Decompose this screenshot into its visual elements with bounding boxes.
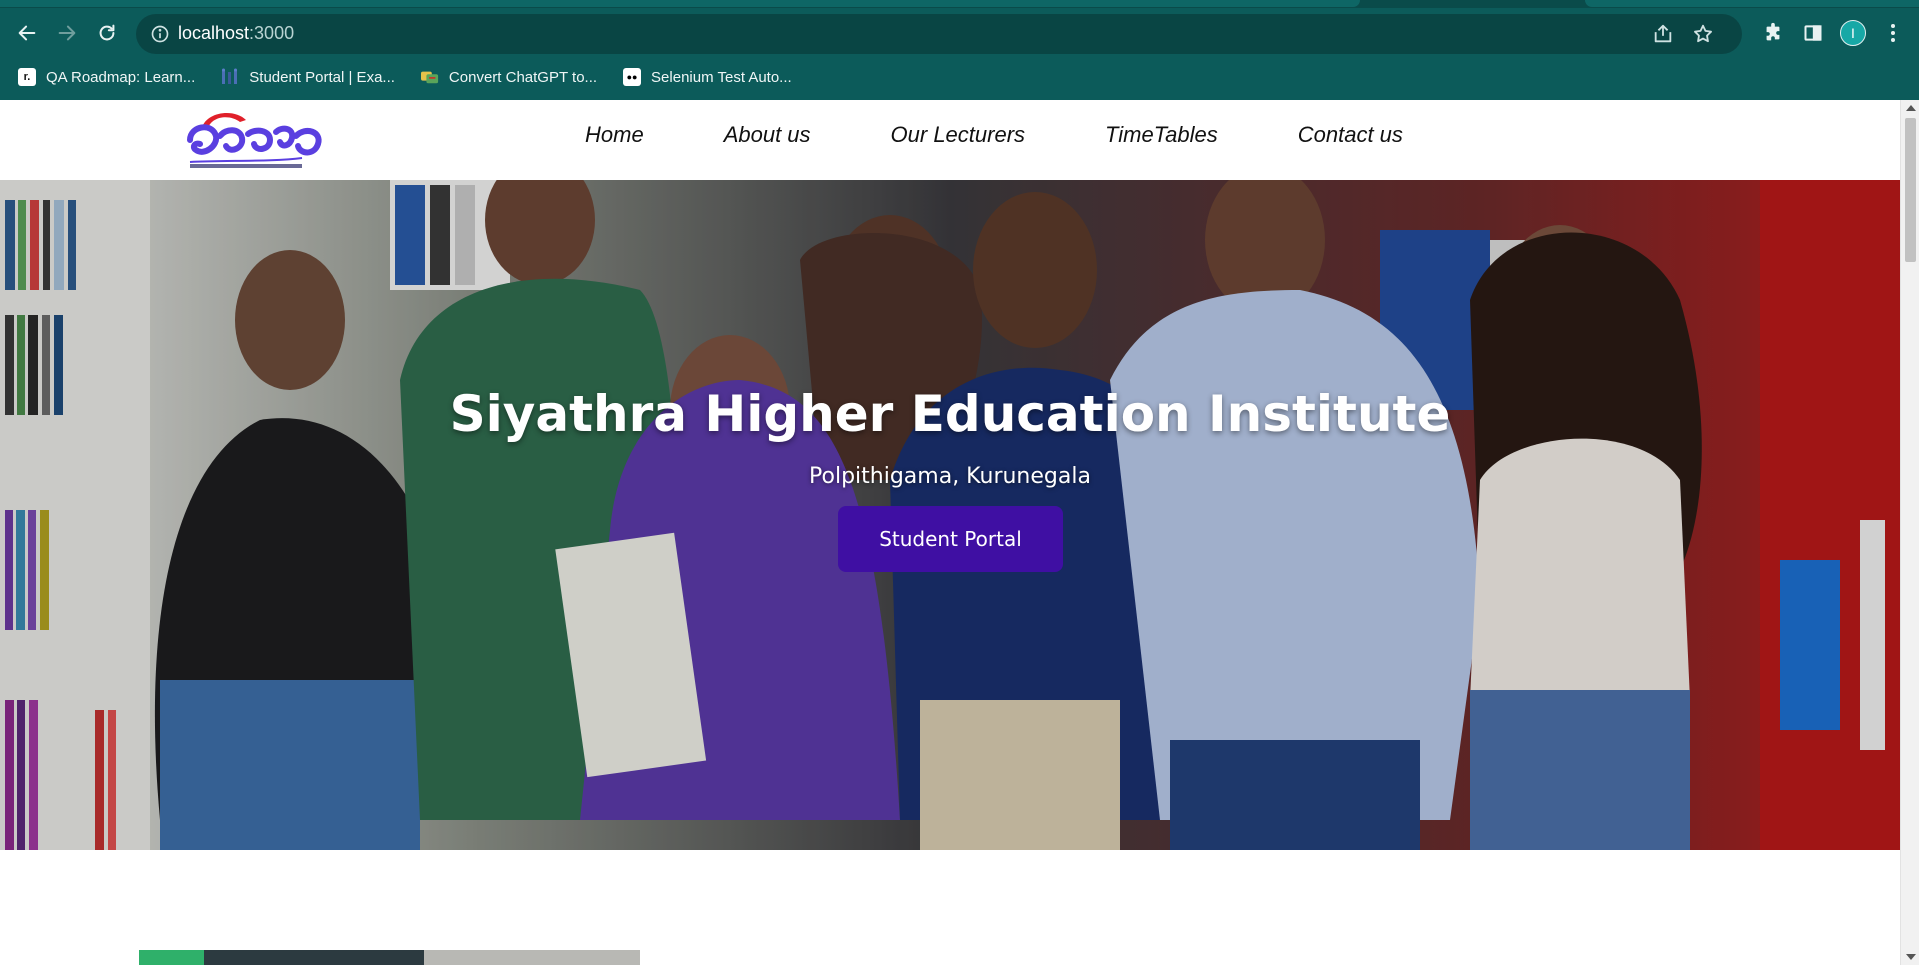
site-header: Home About us Our Lecturers TimeTables C… [0,100,1900,180]
page-scrollbar[interactable] [1900,100,1919,965]
menu-button[interactable] [1880,20,1906,46]
bookmark-label: Selenium Test Auto... [651,68,792,86]
extensions-button[interactable] [1760,20,1786,46]
info-icon[interactable] [150,24,170,44]
people-favicon-icon [221,68,239,86]
address-bar[interactable]: localhost:3000 [136,14,1742,54]
main-nav: Home About us Our Lecturers TimeTables C… [585,122,1483,148]
url-host: localhost [178,23,250,43]
active-tab[interactable] [0,0,1360,7]
nav-contact-us[interactable]: Contact us [1298,122,1403,148]
medium-favicon-icon: ●● [623,68,642,86]
reload-button[interactable] [92,18,122,48]
tab-strip [0,0,1919,8]
bookmark-label: QA Roadmap: Learn... [46,68,196,86]
siyathra-logo[interactable] [182,106,327,172]
scroll-down-icon[interactable] [1906,954,1916,960]
nav-our-lecturers[interactable]: Our Lecturers [891,122,1026,148]
side-panel-button[interactable] [1800,20,1826,46]
hero-subtitle: Polpithigama, Kurunegala [809,464,1091,489]
nav-about-us[interactable]: About us [724,122,811,148]
roadmap-favicon-icon: r. [18,68,36,86]
nav-timetables[interactable]: TimeTables [1105,122,1218,148]
converter-favicon-icon [420,68,439,86]
student-portal-button[interactable]: Student Portal [838,506,1063,572]
bookmark-label: Convert ChatGPT to... [448,68,598,86]
hero-title: Siyathra Higher Education Institute [449,385,1451,443]
bookmark-label: Student Portal | Exa... [249,68,395,86]
share-icon[interactable] [1652,23,1674,45]
content-section [0,850,1900,965]
arrow-right-icon [58,25,76,41]
browser-chrome: localhost:3000 I r. QA Roadmap: Learn...… [0,0,1919,100]
url-port: :3000 [249,23,295,43]
bookmark-selenium[interactable]: ●● Selenium Test Auto... [623,68,792,86]
arrow-left-icon [18,25,36,41]
kebab-menu-icon [1891,24,1895,42]
scroll-up-icon[interactable] [1906,105,1916,111]
bookmarks-bar: r. QA Roadmap: Learn... Student Portal |… [0,62,800,92]
inactive-tab[interactable] [1585,0,1919,7]
card-image-peek [139,950,640,965]
forward-button[interactable] [52,18,82,48]
bookmark-student-portal[interactable]: Student Portal | Exa... [221,68,395,86]
bookmark-convert-chatgpt[interactable]: Convert ChatGPT to... [420,68,598,86]
side-panel-icon [1804,25,1822,41]
star-icon[interactable] [1692,23,1714,45]
page-viewport: Home About us Our Lecturers TimeTables C… [0,100,1919,965]
scrollbar-thumb[interactable] [1905,118,1916,262]
nav-home[interactable]: Home [585,122,644,148]
bookmark-qa-roadmap[interactable]: r. QA Roadmap: Learn... [18,68,195,86]
puzzle-icon [1766,22,1780,41]
back-button[interactable] [12,18,42,48]
url-text[interactable]: localhost:3000 [178,23,294,44]
reload-icon [99,24,115,41]
profile-avatar[interactable]: I [1840,20,1866,46]
hero-banner: Siyathra Higher Education Institute Polp… [0,180,1900,850]
